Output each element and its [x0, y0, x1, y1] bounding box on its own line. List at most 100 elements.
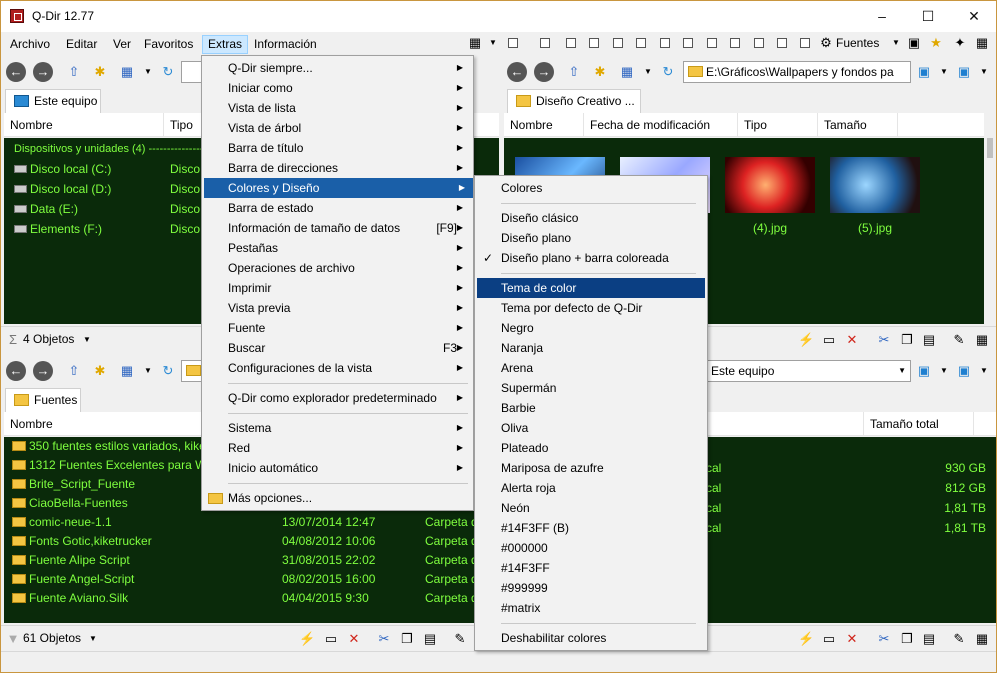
chevron-down-icon[interactable]: ▼	[975, 63, 993, 81]
column-blank[interactable]	[706, 412, 864, 436]
menu-item-tema-defecto[interactable]: Tema por defecto de Q-Dir	[477, 298, 705, 318]
monitor-icon[interactable]: ▣	[915, 63, 933, 81]
up-folder-icon[interactable]: ⇧	[65, 362, 83, 380]
view-layout-icon[interactable]	[540, 38, 550, 48]
new-folder-icon[interactable]: ✱	[591, 63, 609, 81]
list-item[interactable]: cal 1,81 TB	[706, 519, 996, 538]
menu-favoritos[interactable]: Favoritos	[139, 35, 198, 54]
back-icon[interactable]: ←	[507, 62, 527, 82]
chevron-down-icon[interactable]: ▼	[484, 34, 502, 52]
chevron-down-icon[interactable]: ▼	[887, 34, 905, 52]
menu-item-imprimir[interactable]: Imprimir ▶	[204, 278, 471, 298]
menu-ver[interactable]: Ver	[108, 35, 136, 54]
edit-icon[interactable]: ✎	[951, 631, 967, 647]
cut-icon[interactable]: ✂	[376, 631, 392, 647]
chevron-down-icon[interactable]: ▼	[139, 362, 157, 380]
menu-item-oliva[interactable]: Oliva	[477, 418, 705, 438]
list-item[interactable]: Fuente Aviano.Silk 04/04/2015 9:30 Carpe…	[4, 589, 499, 608]
menu-item-colores[interactable]: Colores	[477, 178, 705, 198]
delete-icon[interactable]: ✕	[844, 631, 860, 647]
view-layout-icon[interactable]	[683, 38, 693, 48]
select-all-icon[interactable]: ▦	[974, 631, 990, 647]
menu-item-barra-direcciones[interactable]: Barra de direcciones ▶	[204, 158, 471, 178]
menu-item-iniciar-como[interactable]: Iniciar como ▶	[204, 78, 471, 98]
chevron-down-icon[interactable]: ▼	[79, 332, 95, 348]
menu-item-configuraciones-vista[interactable]: Configuraciones de la vista ▶	[204, 358, 471, 378]
new-folder-icon[interactable]: ✱	[91, 362, 109, 380]
cut-icon[interactable]: ✂	[876, 332, 892, 348]
monitor-icon[interactable]: ▣	[955, 362, 973, 380]
copy-icon[interactable]: ❐	[399, 631, 415, 647]
delete-icon[interactable]: ✕	[346, 631, 362, 647]
view-layout-icon[interactable]	[730, 38, 740, 48]
back-icon[interactable]: ←	[6, 361, 26, 381]
new-folder-icon[interactable]: ✱	[91, 63, 109, 81]
view-layout-icon[interactable]	[508, 38, 518, 48]
tools-icon[interactable]: ✦	[951, 34, 969, 52]
menu-item-fuente[interactable]: Fuente ▶	[204, 318, 471, 338]
menu-item-colores-diseno[interactable]: Colores y Diseño ▶	[204, 178, 473, 198]
up-folder-icon[interactable]: ⇧	[65, 63, 83, 81]
close-button[interactable]: ✕	[951, 1, 997, 32]
column-tipo[interactable]: Tipo	[738, 113, 818, 137]
chevron-down-icon[interactable]: ▼	[898, 361, 906, 381]
maximize-button[interactable]: ☐	[905, 1, 951, 32]
computer-icon[interactable]: ▣	[905, 34, 923, 52]
menu-informacion[interactable]: Información	[249, 35, 322, 54]
view-layout-icon[interactable]	[754, 38, 764, 48]
menu-item-explorador-predeterminado[interactable]: Q-Dir como explorador predeterminado ▶	[204, 388, 471, 408]
column-tamano[interactable]: Tamaño	[818, 113, 898, 137]
chevron-down-icon[interactable]: ▼	[639, 63, 657, 81]
view-layout-icon[interactable]	[589, 38, 599, 48]
view-layout-icon[interactable]	[566, 38, 576, 48]
chevron-down-icon[interactable]: ▼	[935, 362, 953, 380]
menu-item-mariposa[interactable]: Mariposa de azufre	[477, 458, 705, 478]
menu-item-operaciones-archivo[interactable]: Operaciones de archivo ▶	[204, 258, 471, 278]
view-layout-icon[interactable]	[800, 38, 810, 48]
delete-icon[interactable]: ✕	[844, 332, 860, 348]
menu-item-info-tamano[interactable]: Información de tamaño de datos [F9] ▶	[204, 218, 471, 238]
address-field[interactable]: Este equipo ▼	[706, 360, 911, 382]
forward-icon[interactable]: →	[33, 62, 53, 82]
menu-item-tema-color[interactable]: Tema de color	[477, 278, 705, 298]
menu-item-red[interactable]: Red ▶	[204, 438, 471, 458]
monitor-icon[interactable]: ▣	[955, 63, 973, 81]
menu-item-diseno-plano-barra[interactable]: ✓ Diseño plano + barra coloreada	[477, 248, 705, 268]
minimize-button[interactable]: –	[859, 1, 905, 32]
scrollbar-thumb[interactable]	[987, 138, 993, 158]
menu-item-14f3ff[interactable]: #14F3FF	[477, 558, 705, 578]
refresh-icon[interactable]: ↻	[659, 63, 677, 81]
column-tamano-total[interactable]: Tamaño total	[864, 412, 974, 436]
menu-archivo[interactable]: Archivo	[5, 35, 55, 54]
copy-icon[interactable]: ❐	[899, 631, 915, 647]
menu-item-matrix[interactable]: #matrix	[477, 598, 705, 618]
chevron-down-icon[interactable]: ▼	[139, 63, 157, 81]
view-layout-icon[interactable]	[707, 38, 717, 48]
copy-icon[interactable]: ❐	[899, 332, 915, 348]
paste-icon[interactable]: ▤	[921, 332, 937, 348]
back-icon[interactable]: ←	[6, 62, 26, 82]
view-icon[interactable]: ▦	[618, 63, 636, 81]
menu-extras[interactable]: Extras	[202, 35, 249, 54]
menu-item-barra-titulo[interactable]: Barra de título ▶	[204, 138, 471, 158]
column-fecha[interactable]: Fecha de modificación	[584, 113, 738, 137]
monitor-icon[interactable]: ▣	[915, 362, 933, 380]
list-item[interactable]: comic-neue-1.1 13/07/2014 12:47 Carpeta …	[4, 513, 499, 532]
select-all-icon[interactable]: ▦	[974, 332, 990, 348]
refresh-icon[interactable]: ↻	[159, 362, 177, 380]
menu-item-neon[interactable]: Neón	[477, 498, 705, 518]
lightning-icon[interactable]: ⚡	[299, 631, 315, 647]
address-field[interactable]: E:\Gráficos\Wallpapers y fondos pa	[683, 61, 911, 83]
paste-icon[interactable]: ▤	[422, 631, 438, 647]
menu-item-inicio-automatico[interactable]: Inicio automático ▶	[204, 458, 471, 478]
menu-item-naranja[interactable]: Naranja	[477, 338, 705, 358]
refresh-icon[interactable]: ↻	[159, 63, 177, 81]
column-nombre[interactable]: Nombre	[504, 113, 584, 137]
tab-diseno-creativo[interactable]: Diseño Creativo ...	[507, 89, 641, 113]
chevron-down-icon[interactable]: ▼	[935, 63, 953, 81]
view-layout-icon[interactable]	[613, 38, 623, 48]
edit-icon[interactable]: ✎	[452, 631, 468, 647]
forward-icon[interactable]: →	[534, 62, 554, 82]
thumbnail-image[interactable]	[830, 157, 920, 213]
menu-item-buscar[interactable]: Buscar F3 ▶	[204, 338, 471, 358]
